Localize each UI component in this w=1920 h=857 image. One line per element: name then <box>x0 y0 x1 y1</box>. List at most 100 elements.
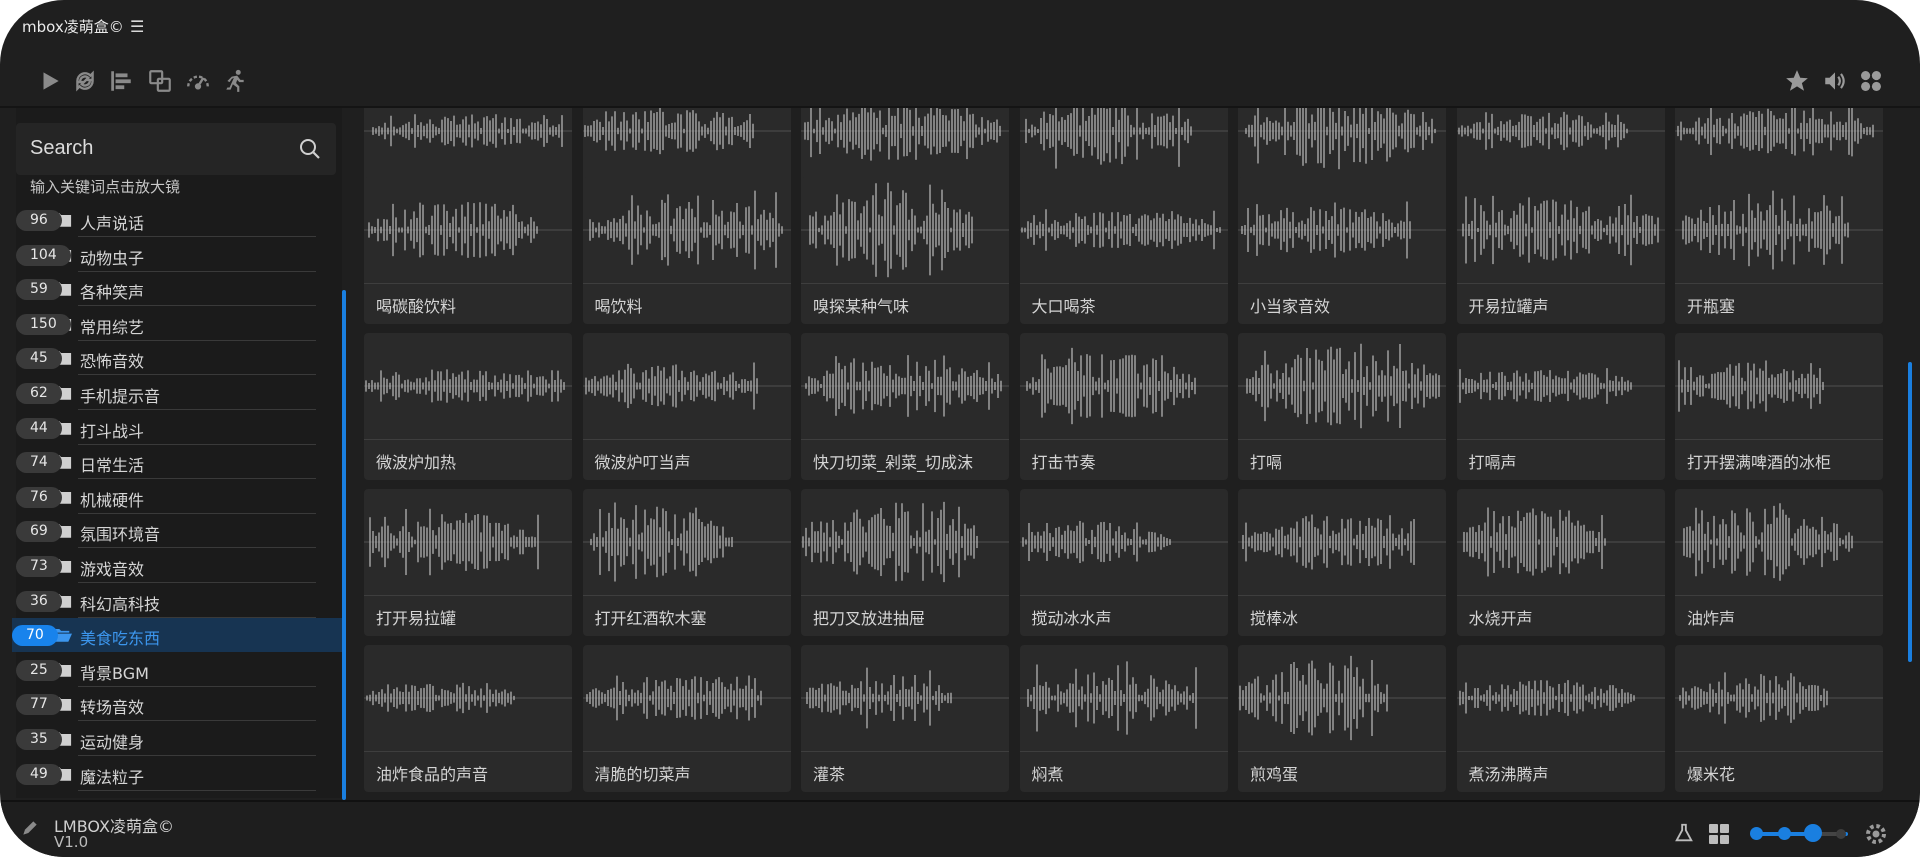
sound-card[interactable]: 打嗝 <box>1238 332 1446 480</box>
slider-handle[interactable] <box>1804 824 1822 842</box>
sound-card[interactable]: 搅棒冰 <box>1238 488 1446 636</box>
search-icon[interactable] <box>298 137 322 161</box>
sound-card[interactable]: 喝碳酸饮料 <box>364 176 572 324</box>
sound-card[interactable]: 开易拉罐声 <box>1456 176 1665 324</box>
category-item[interactable]: 美食吃东西 70 <box>12 618 344 653</box>
category-label: 氛围环境音 <box>80 525 161 545</box>
sound-card[interactable]: 开瓶塞 <box>1675 176 1883 324</box>
card-divider <box>582 282 791 284</box>
sound-card[interactable]: 打击节奏 <box>1019 332 1228 480</box>
align-icon[interactable] <box>106 66 136 96</box>
card-divider <box>582 594 791 596</box>
sidebar-scrollbar[interactable] <box>342 290 346 800</box>
card-divider <box>1019 438 1228 440</box>
volume-icon[interactable] <box>1820 66 1850 96</box>
play-icon[interactable] <box>35 66 65 96</box>
sound-title: 大口喝茶 <box>1031 296 1096 316</box>
sound-card[interactable]: 打开摆满啤酒的冰柜 <box>1675 332 1883 480</box>
sound-card[interactable]: 小当家音效 <box>1238 176 1446 324</box>
sound-title: 打开摆满啤酒的冰柜 <box>1687 452 1832 472</box>
category-item[interactable]: 打斗战斗 44 <box>16 411 336 445</box>
sound-title: 开瓶塞 <box>1687 296 1736 316</box>
category-item[interactable]: 动物虫子 104 <box>16 238 336 272</box>
sound-card[interactable]: 微波炉叮当声 <box>582 332 791 480</box>
waveform <box>801 354 1009 417</box>
sound-card[interactable]: 打嗝声 <box>1456 332 1665 480</box>
category-item[interactable]: 氛围环境音 69 <box>16 514 336 549</box>
sound-card[interactable]: 大口喝茶 <box>1019 176 1228 324</box>
sound-title: 开易拉罐声 <box>1468 296 1549 316</box>
category-label: 动物虫子 <box>80 248 145 268</box>
category-item[interactable]: 日常生活 74 <box>16 445 336 480</box>
loop-icon[interactable] <box>70 66 100 96</box>
grid-scrollbar[interactable] <box>1908 362 1912 662</box>
category-label: 人声说话 <box>80 214 145 233</box>
category-item[interactable]: 各种笑声 59 <box>16 272 336 307</box>
category-item[interactable]: 转场音效 77 <box>16 687 336 722</box>
category-item[interactable]: 恐怖音效 45 <box>16 341 336 376</box>
toolbar <box>0 56 1920 106</box>
sound-card[interactable]: 油炸声 <box>1675 488 1883 636</box>
card-divider <box>582 438 791 440</box>
edit-icon[interactable] <box>20 818 40 838</box>
category-label: 科幻高科技 <box>80 594 161 614</box>
slider-stop[interactable] <box>1836 829 1846 839</box>
waveform <box>582 362 791 409</box>
slider-stop[interactable] <box>1750 827 1763 840</box>
sound-card[interactable]: 把刀叉放进抽屉 <box>801 488 1009 636</box>
card-divider <box>1675 282 1883 284</box>
category-item[interactable]: 魔法粒子 49 <box>16 757 336 791</box>
sound-card[interactable]: 灌茶 <box>801 644 1009 792</box>
grid-view-icon[interactable] <box>1707 822 1731 846</box>
waveform <box>1456 507 1665 576</box>
hamburger-menu-icon[interactable]: ☰ <box>130 17 144 36</box>
sound-card[interactable]: 嗅探某种气味 <box>801 176 1009 324</box>
sound-card[interactable]: 打开红酒软木塞 <box>582 488 791 636</box>
speed-icon[interactable] <box>183 66 213 96</box>
waveform <box>1238 343 1446 428</box>
category-item[interactable]: 手机提示音 62 <box>16 376 336 410</box>
category-label: 恐怖音效 <box>80 352 145 372</box>
sound-card[interactable]: 快刀切菜_剁菜_切成沫 <box>801 332 1009 480</box>
sound-card[interactable]: 煎鸡蛋 <box>1238 644 1446 792</box>
category-item[interactable]: 游戏音效 73 <box>16 549 336 583</box>
category-label: 常用综艺 <box>80 317 145 337</box>
sound-card[interactable]: 搅动冰水声 <box>1019 488 1228 636</box>
run-icon[interactable] <box>220 66 250 96</box>
apps-icon[interactable] <box>1856 66 1886 96</box>
waveform <box>1019 520 1228 563</box>
sound-title: 搅动冰水声 <box>1031 608 1112 628</box>
sound-card[interactable]: 油炸食品的声音 <box>364 644 572 792</box>
sound-title: 嗅探某种气味 <box>813 296 910 316</box>
star-icon[interactable] <box>1782 66 1812 96</box>
category-item[interactable]: 科幻高科技 36 <box>16 584 336 618</box>
category-item[interactable]: 运动健身 35 <box>16 722 336 756</box>
category-label: 游戏音效 <box>80 560 145 579</box>
slider-stop[interactable] <box>1778 827 1791 840</box>
sound-card[interactable]: 微波炉加热 <box>364 332 572 480</box>
category-item[interactable]: 机械硬件 76 <box>16 480 336 514</box>
sound-card[interactable]: 打开易拉罐 <box>364 488 572 636</box>
search-input[interactable]: Search <box>16 123 336 175</box>
settings-icon[interactable] <box>1864 822 1888 846</box>
waveform <box>1019 208 1228 251</box>
sound-card[interactable]: 清脆的切菜声 <box>582 644 791 792</box>
sound-card[interactable]: 喝饮料 <box>582 176 791 324</box>
card-divider <box>1238 438 1446 440</box>
sound-card[interactable]: 煮汤沸腾声 <box>1456 644 1665 792</box>
sound-title: 把刀叉放进抽屉 <box>813 608 926 628</box>
sound-title: 打嗝 <box>1250 452 1283 472</box>
flask-icon[interactable] <box>1673 822 1695 844</box>
category-item[interactable]: 背景BGM 25 <box>16 653 336 687</box>
sound-title: 清脆的切菜声 <box>594 764 691 784</box>
sound-title: 喝饮料 <box>594 296 643 316</box>
sound-title: 灌茶 <box>813 764 846 784</box>
category-count-badge: 70 <box>12 625 58 647</box>
category-item[interactable]: 人声说话 96 <box>16 203 336 237</box>
category-item[interactable]: 常用综艺 150 <box>16 307 336 341</box>
sound-card[interactable]: 水烧开声 <box>1456 488 1665 636</box>
sound-card[interactable]: 爆米花 <box>1675 644 1883 792</box>
sound-card[interactable]: 焖煮 <box>1019 644 1228 792</box>
category-label: 手机提示音 <box>80 387 161 406</box>
copy-icon[interactable] <box>145 66 175 96</box>
